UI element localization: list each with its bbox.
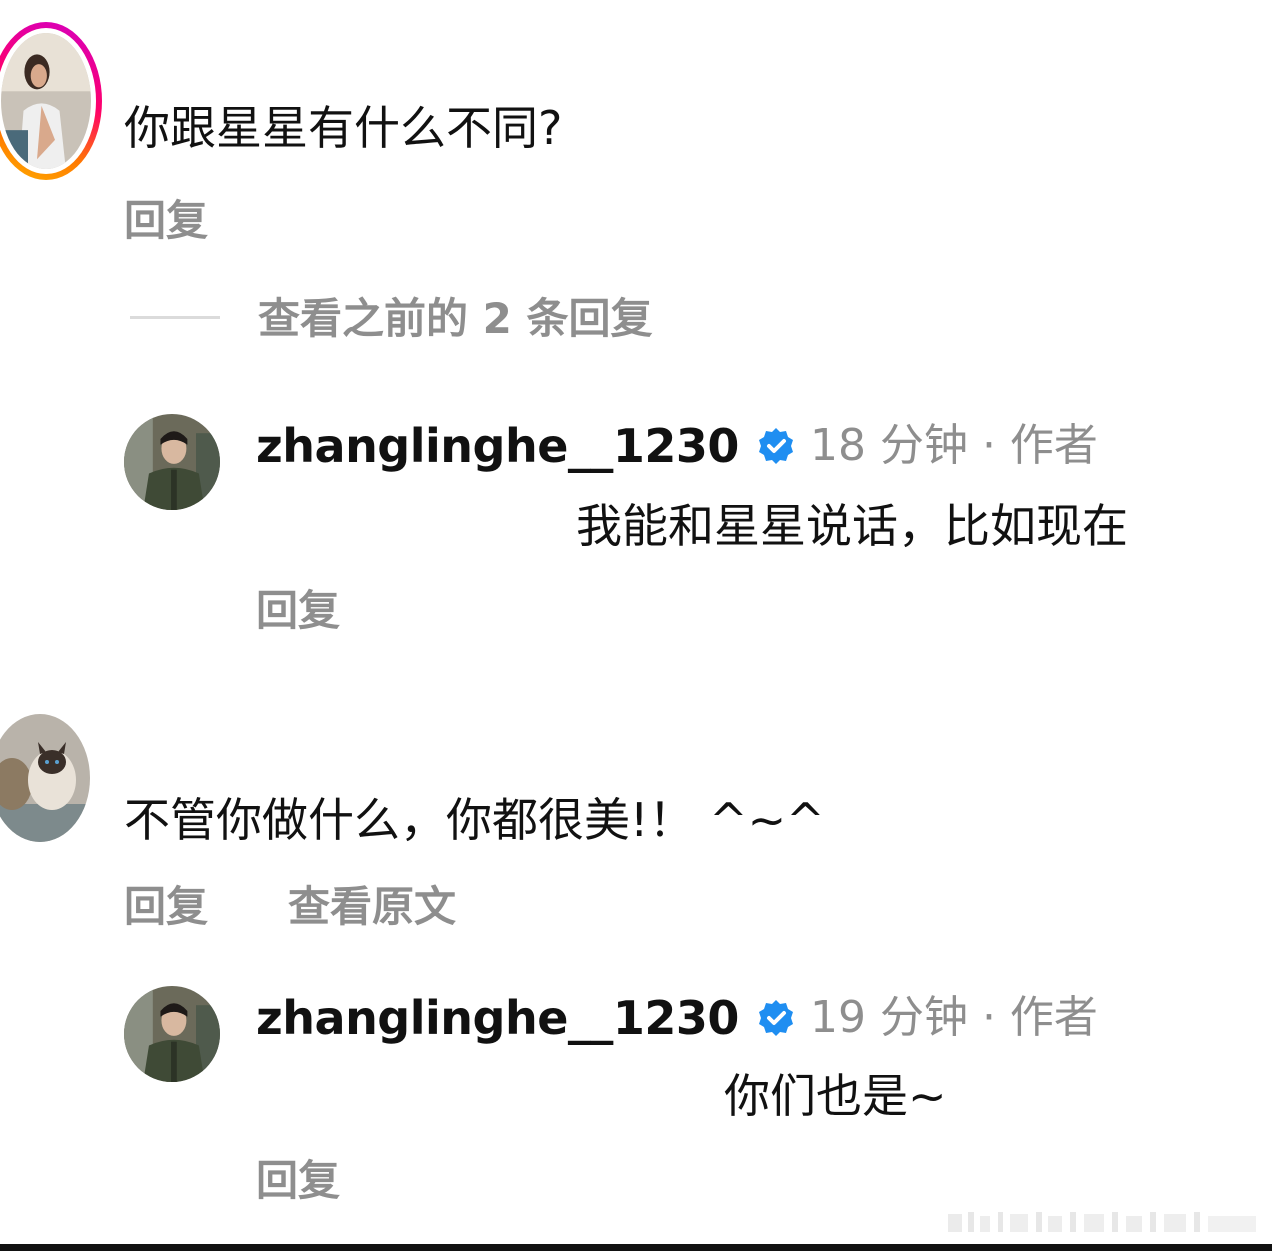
watermark <box>948 1212 1256 1232</box>
comment-text: 不管你做什么，你都很美!！ ^~^ <box>124 793 825 847</box>
author-username[interactable]: zhanglinghe__1230 <box>256 990 739 1046</box>
view-previous-replies-button[interactable]: 查看之前的 2 条回复 <box>258 294 652 344</box>
reply-meta: 18 分钟 · 作者 <box>810 420 1098 471</box>
author-username[interactable]: zhanglinghe__1230 <box>256 418 739 474</box>
commenter-2-avatar[interactable] <box>0 714 90 842</box>
bottom-border <box>0 1244 1272 1251</box>
reply-text: 我能和星星说话，比如现在 <box>576 499 1128 553</box>
reply-meta: 19 分钟 · 作者 <box>810 992 1098 1043</box>
story-ring[interactable] <box>0 22 102 180</box>
replies-divider <box>130 316 220 319</box>
reply-button[interactable]: 回复 <box>124 882 208 932</box>
reply-text: 你们也是~ <box>724 1069 947 1123</box>
author-avatar[interactable] <box>124 986 220 1082</box>
comment-text: 你跟星星有什么不同? <box>124 101 563 155</box>
reply-button[interactable]: 回复 <box>256 586 340 636</box>
author-avatar[interactable] <box>124 414 220 510</box>
view-original-button[interactable]: 查看原文 <box>288 882 456 932</box>
verified-badge-icon <box>759 428 793 464</box>
reply-button[interactable]: 回复 <box>124 196 208 246</box>
reply-button[interactable]: 回复 <box>256 1156 340 1206</box>
commenter-1-avatar[interactable] <box>1 33 91 169</box>
verified-badge-icon <box>759 1000 793 1036</box>
